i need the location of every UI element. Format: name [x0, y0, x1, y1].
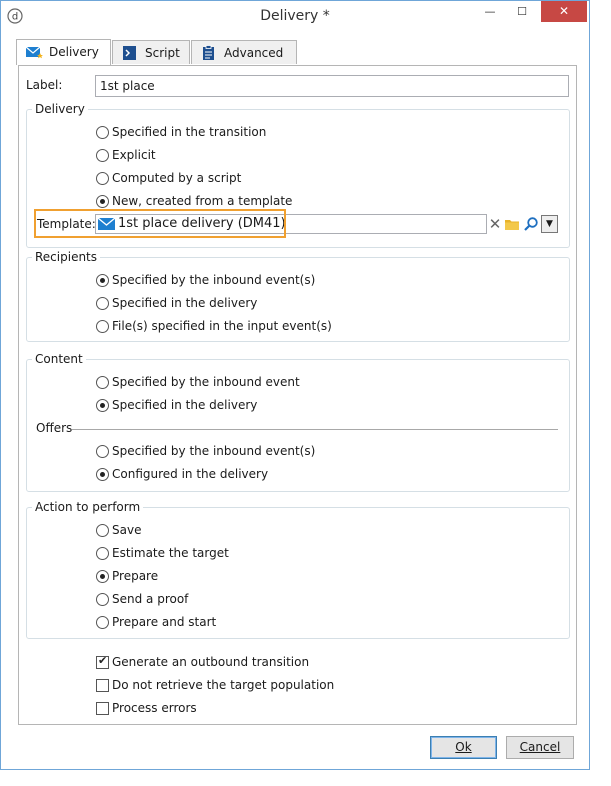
- option-label: Explicit: [112, 148, 156, 162]
- offers-divider: [72, 429, 558, 430]
- chevron-down-icon: ▼: [546, 219, 553, 229]
- envelope-star-icon: [25, 46, 43, 59]
- folder-icon[interactable]: [504, 216, 520, 232]
- radio-delivery-script[interactable]: [96, 172, 109, 185]
- maximize-button[interactable]: ☐: [507, 1, 537, 22]
- clipboard-icon: [203, 45, 214, 60]
- option-label: Prepare and start: [112, 615, 217, 629]
- template-highlight-box: [34, 209, 286, 238]
- radio-content-inbound[interactable]: [96, 376, 109, 389]
- minimize-button[interactable]: —: [475, 1, 505, 22]
- checkbox-outbound-transition[interactable]: [96, 654, 109, 669]
- ok-button[interactable]: Ok: [430, 736, 497, 759]
- radio-action-prepare[interactable]: [96, 570, 109, 583]
- radio-action-prepare-start[interactable]: [96, 616, 109, 629]
- radio-offers-delivery[interactable]: [96, 468, 109, 481]
- radio-action-proof[interactable]: [96, 593, 109, 606]
- template-dropdown-button[interactable]: ▼: [541, 215, 558, 233]
- script-icon: [123, 46, 136, 60]
- radio-recipients-inbound[interactable]: [96, 274, 109, 287]
- tab-script[interactable]: Script: [112, 40, 190, 64]
- option-label: Estimate the target: [112, 546, 229, 560]
- option-label: New, created from a template: [112, 194, 293, 208]
- checkbox-label: Generate an outbound transition: [112, 655, 310, 669]
- option-label: Computed by a script: [112, 171, 242, 185]
- option-label: Specified in the delivery: [112, 296, 258, 310]
- radio-offers-inbound[interactable]: [96, 445, 109, 458]
- label-input[interactable]: 1st place: [95, 75, 569, 97]
- label-field-label: Label:: [26, 78, 63, 92]
- radio-delivery-transition[interactable]: [96, 126, 109, 139]
- tab-delivery-label: Delivery: [49, 45, 99, 59]
- option-label: Specified by the inbound event(s): [112, 444, 316, 458]
- option-label: File(s) specified in the input event(s): [112, 319, 332, 333]
- cancel-button[interactable]: Cancel: [506, 736, 574, 759]
- radio-delivery-explicit[interactable]: [96, 149, 109, 162]
- ok-button-label: Ok: [455, 740, 472, 754]
- option-label: Specified in the transition: [112, 125, 267, 139]
- option-label: Specified by the inbound event: [112, 375, 300, 389]
- radio-recipients-file[interactable]: [96, 320, 109, 333]
- option-label: Prepare: [112, 569, 159, 583]
- checkbox-process-errors[interactable]: [96, 702, 109, 715]
- clear-icon[interactable]: ✕: [487, 216, 503, 232]
- tab-advanced[interactable]: Advanced: [191, 40, 297, 64]
- radio-delivery-template[interactable]: [96, 195, 109, 208]
- tab-advanced-label: Advanced: [224, 46, 284, 60]
- checkbox-label: Process errors: [112, 701, 197, 715]
- close-button[interactable]: ✕: [541, 1, 587, 22]
- option-label: Specified in the delivery: [112, 398, 258, 412]
- recipients-group-title: Recipients: [32, 250, 101, 264]
- radio-recipients-delivery[interactable]: [96, 297, 109, 310]
- radio-content-delivery[interactable]: [96, 399, 109, 412]
- tab-script-label: Script: [145, 46, 180, 60]
- delivery-group-title: Delivery: [32, 102, 88, 116]
- content-group-title: Content: [32, 352, 86, 366]
- action-group-title: Action to perform: [32, 500, 144, 514]
- label-input-value: 1st place: [100, 79, 155, 93]
- tab-delivery[interactable]: Delivery: [16, 39, 111, 65]
- checkbox-label: Do not retrieve the target population: [112, 678, 335, 692]
- checkbox-no-retrieve-target[interactable]: [96, 679, 109, 692]
- option-label: Save: [112, 523, 142, 537]
- radio-action-estimate[interactable]: [96, 547, 109, 560]
- option-label: Send a proof: [112, 592, 189, 606]
- cancel-button-label: Cancel: [519, 740, 561, 754]
- search-icon[interactable]: [523, 216, 539, 232]
- option-label: Configured in the delivery: [112, 467, 269, 481]
- radio-action-save[interactable]: [96, 524, 109, 537]
- title-bar[interactable]: d Delivery * — ☐ ✕: [1, 1, 589, 31]
- offers-section-title: Offers: [36, 421, 73, 435]
- option-label: Specified by the inbound event(s): [112, 273, 316, 287]
